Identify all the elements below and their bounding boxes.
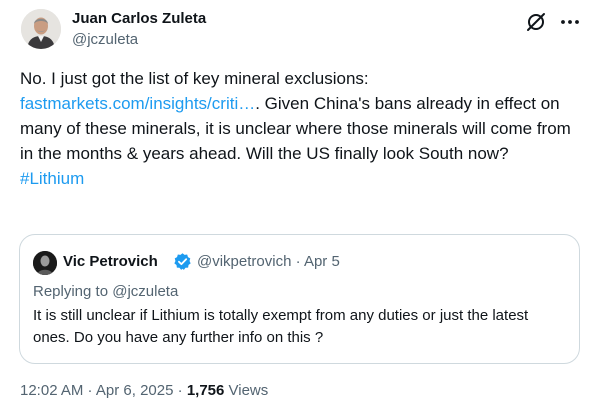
tweet: Juan Carlos Zuleta @jczuleta No. I just … <box>0 0 598 408</box>
hashtag-link[interactable]: #Lithium <box>20 169 84 188</box>
tweet-footer: 12:02 AM · Apr 6, 2025 · 1,756 Views <box>20 381 268 401</box>
quoted-tweet-text: It is still unclear if Lithium is totall… <box>33 307 529 346</box>
tweet-time[interactable]: 12:02 AM <box>20 382 83 399</box>
tweet-date[interactable]: Apr 6, 2025 <box>96 382 174 399</box>
views-count: 1,756 <box>186 382 225 399</box>
replying-to-handle[interactable]: @jczuleta <box>112 283 178 300</box>
tweet-text-intro: No. I just got the list of key mineral e… <box>20 69 369 88</box>
quoted-separator: · <box>291 253 304 270</box>
quoted-date: Apr 5 <box>303 253 340 270</box>
replying-to: Replying to @jczuleta <box>33 283 178 301</box>
author-avatar[interactable] <box>21 9 61 49</box>
grok-icon[interactable] <box>525 11 547 33</box>
footer-separator-2: · <box>173 382 187 399</box>
more-icon[interactable] <box>558 11 582 33</box>
replying-to-label: Replying to <box>33 283 113 300</box>
verified-badge-icon <box>173 252 192 271</box>
views-label: Views <box>224 382 269 399</box>
quoted-author-handle: @vikpetrovich <box>197 253 292 270</box>
tweet-text: No. I just got the list of key mineral e… <box>20 66 580 191</box>
quoted-meta: @vikpetrovich · Apr 5 <box>197 253 340 271</box>
quoted-author-name: Vic Petrovich <box>63 253 158 270</box>
footer-separator-1: · <box>83 382 96 399</box>
quoted-tweet[interactable]: Vic Petrovich @vikpetrovich · Apr 5 Repl… <box>19 234 580 364</box>
tweet-link[interactable]: fastmarkets.com/insights/criti… <box>20 94 255 113</box>
author-name[interactable]: Juan Carlos Zuleta <box>72 10 206 28</box>
author-handle[interactable]: @jczuleta <box>72 31 138 49</box>
quoted-author-avatar <box>33 251 57 275</box>
